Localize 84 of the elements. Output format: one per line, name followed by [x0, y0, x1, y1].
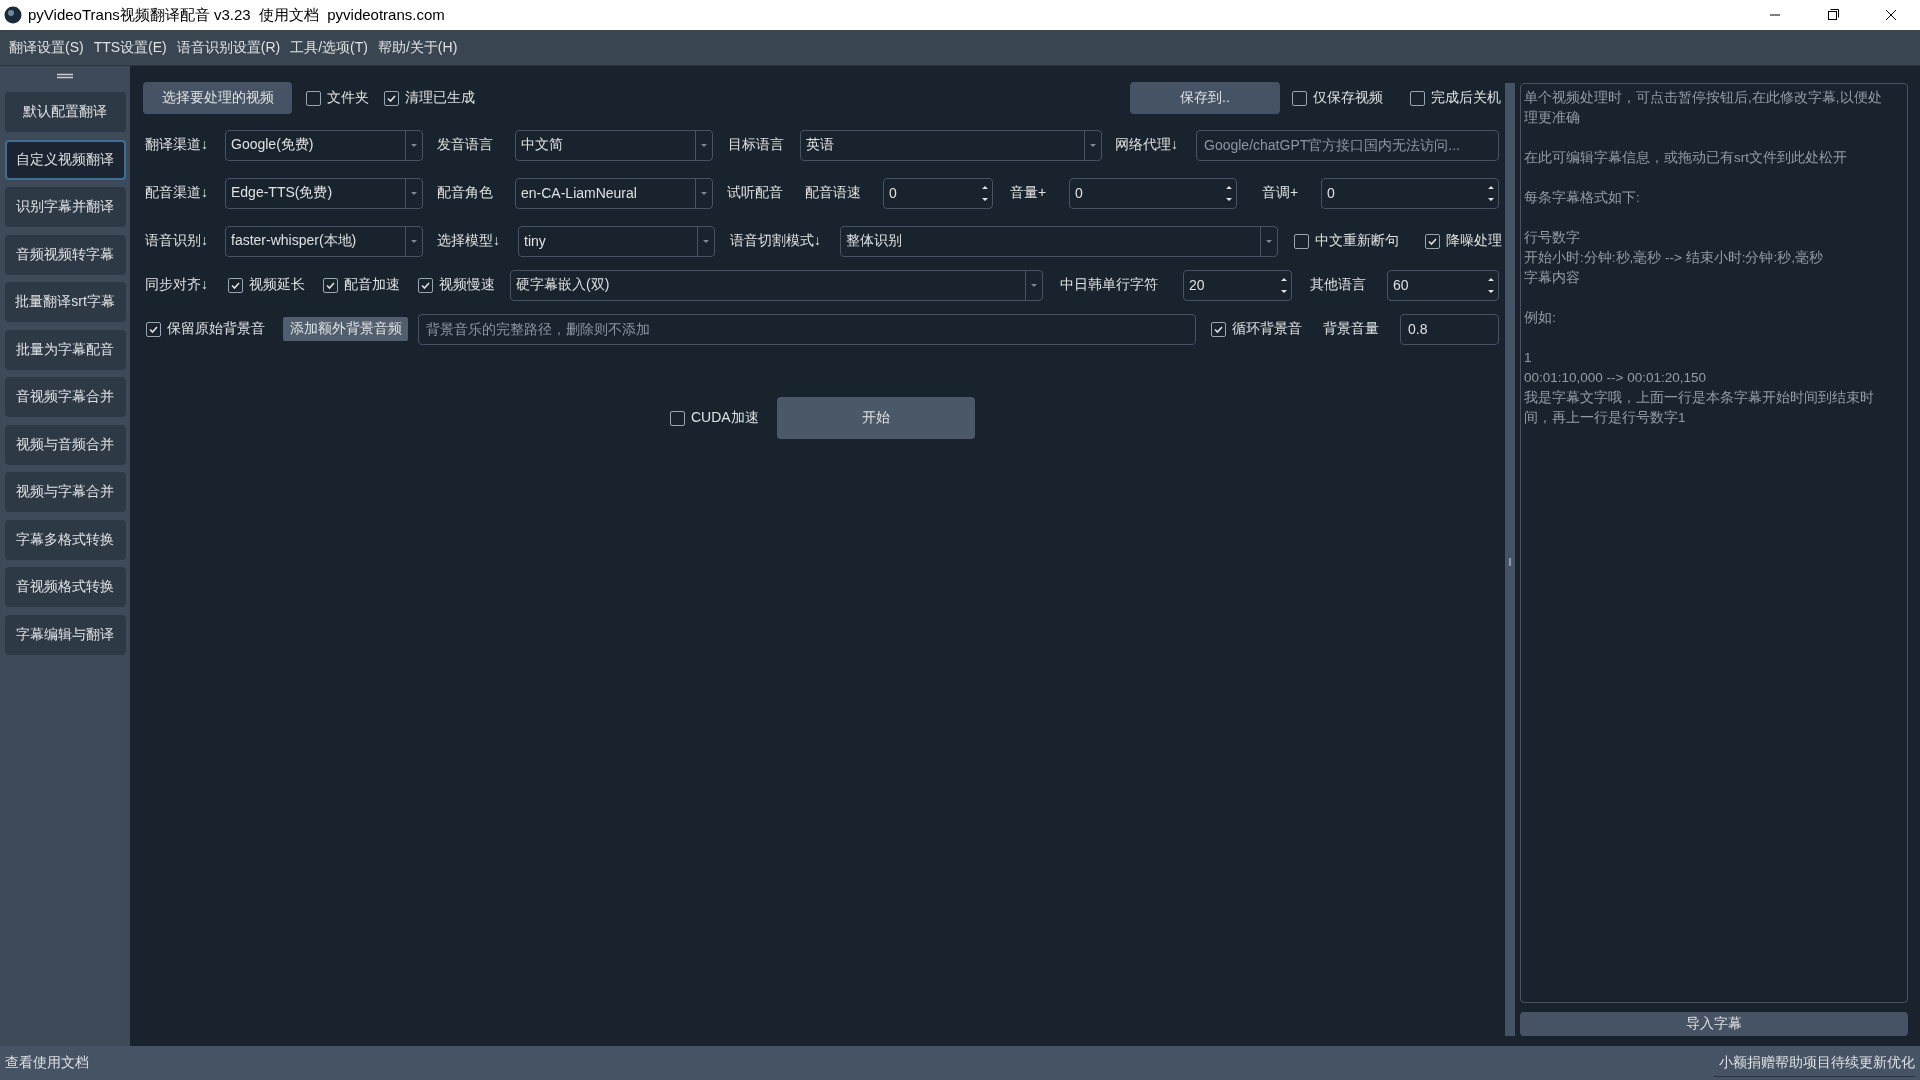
placeholder-text: 单个视频处理时，可点击暂停按钮后,在此修改字幕,以便处理更准确 — [1524, 89, 1883, 127]
action-button[interactable]: 选择要处理的视频 — [143, 82, 292, 114]
spin-box[interactable]: 60 — [1387, 269, 1499, 301]
field-label: 翻译渠道↓ — [145, 136, 209, 154]
action-button[interactable]: 添加额外背景音频 — [283, 317, 408, 341]
field-label: 背景音量 — [1323, 320, 1380, 338]
checkbox[interactable]: 仅保存视频 — [1292, 89, 1392, 107]
field-label: 语音识别↓ — [145, 232, 209, 250]
checkbox[interactable]: 视频延长 — [228, 276, 312, 294]
sidebar-item[interactable]: 识别字幕并翻译 — [4, 187, 126, 227]
field-label: 同步对齐↓ — [145, 276, 209, 294]
sidebar-item[interactable]: 视频与字幕合并 — [4, 472, 126, 512]
action-button[interactable]: 保存到.. — [1130, 82, 1280, 114]
field-label: 选择模型↓ — [437, 232, 501, 250]
field-label: 发音语言 — [437, 136, 494, 154]
text-field[interactable]: Google/chatGPT官方接口国内无法访问... — [1196, 129, 1499, 161]
checkbox[interactable]: 配音加速 — [323, 276, 407, 294]
window-title: pyVideoTrans视频翻译配音 v3.23 使用文档 pyvideotrans.com — [28, 5, 446, 25]
spin-box[interactable]: 20 — [1183, 269, 1292, 301]
field-label: 语音切割模式↓ — [730, 232, 822, 250]
text-field[interactable]: 背景音乐的完整路径，删除则不添加 — [418, 313, 1196, 345]
placeholder-text: 我是字幕文字哦，上面一行是本条字幕开始时间到结束时间，再上一行是行号数字1 — [1524, 389, 1875, 427]
checkbox[interactable]: 清理已生成 — [384, 89, 484, 107]
placeholder-text: 开始小时:分钟:秒,毫秒 --> 结束小时:分钟:秒,毫秒 — [1524, 249, 1824, 267]
sidebar-item[interactable]: 字幕编辑与翻译 — [4, 614, 126, 655]
checkbox[interactable]: 保留原始背景音 — [146, 320, 274, 338]
placeholder-text: 00:01:10,000 --> 00:01:20,150 — [1524, 369, 1708, 387]
spin-box[interactable]: 0 — [1321, 177, 1499, 209]
field-label: 中日韩单行字符 — [1060, 276, 1159, 294]
menu-item[interactable]: 翻译设置(S) — [4, 38, 89, 57]
menu-item[interactable]: 帮助/关于(H) — [373, 38, 463, 57]
menu-item[interactable]: 工具/选项(T) — [285, 38, 373, 57]
placeholder-text: 1 — [1524, 349, 1533, 367]
checkbox[interactable]: 视频慢速 — [418, 276, 502, 294]
dropdown[interactable]: Google(免费) — [225, 129, 423, 161]
placeholder-text: 在此可编辑字幕信息，或拖动已有srt文件到此处松开 — [1524, 149, 1848, 167]
dropdown[interactable]: en-CA-LiamNeural — [515, 177, 713, 209]
field-label: 配音语速 — [805, 184, 862, 202]
dropdown[interactable]: faster-whisper(本地) — [225, 225, 423, 257]
checkbox[interactable]: 中文重新断句 — [1294, 232, 1406, 250]
dropdown[interactable]: 硬字幕嵌入(双) — [510, 269, 1043, 301]
sidebar-item[interactable]: 批量翻译srt字幕 — [4, 282, 126, 322]
field-label: 配音角色 — [437, 184, 494, 202]
sidebar-item[interactable]: 音视频格式转换 — [4, 567, 126, 607]
sidebar-item[interactable]: 音频视频转字幕 — [4, 234, 126, 275]
sidebar-item[interactable]: 自定义视频翻译 — [4, 139, 126, 180]
dropdown[interactable]: Edge-TTS(免费) — [225, 177, 423, 209]
spin-box[interactable]: 0 — [1069, 177, 1237, 209]
sidebar-item[interactable]: 默认配置翻译 — [4, 92, 126, 132]
field-label: 配音渠道↓ — [145, 184, 209, 202]
checkbox[interactable]: 完成后关机 — [1410, 89, 1502, 107]
checkbox[interactable]: 文件夹 — [306, 89, 376, 107]
placeholder-text: 每条字幕格式如下: — [1524, 189, 1641, 207]
dropdown[interactable]: 中文简 — [515, 129, 713, 161]
placeholder-text: 字幕内容 — [1524, 269, 1581, 287]
handle-icon[interactable] — [55, 72, 75, 80]
menu-item[interactable]: TTS设置(E) — [88, 38, 172, 57]
field-label: 音量+ — [1010, 184, 1048, 202]
placeholder-text: 例如: — [1524, 309, 1557, 327]
menu-item[interactable]: 语音识别设置(R) — [171, 38, 286, 57]
field-label: 网络代理↓ — [1115, 136, 1179, 154]
sidebar-item[interactable]: 视频与音频合并 — [4, 424, 126, 465]
field-label: 音调+ — [1262, 184, 1300, 202]
field-label: 其他语言 — [1310, 276, 1367, 294]
checkbox[interactable]: 循环背景音 — [1211, 320, 1311, 338]
dropdown[interactable]: 整体识别 — [840, 225, 1278, 257]
subtitle-editor[interactable]: 单个视频处理时，可点击暂停按钮后,在此修改字幕,以便处理更准确 在此可编辑字幕信息，或拖动已有srt文件到此处松开 每条字幕格式如下: 行号数字 开始小时:分钟:秒,毫秒 --> 结束小时:分钟:秒,毫秒 字幕内容 例如: 1 00:01:10,000 --> 00:01:20,150 我是字幕文字哦，上面一行是本条字幕开始时间到结束时间，再上一行是行号数字1 — [1520, 83, 1908, 1003]
text-field[interactable]: 0.8 — [1400, 313, 1499, 345]
sidebar-item[interactable]: 字幕多格式转换 — [4, 519, 126, 560]
app-icon — [4, 6, 22, 24]
sidebar-item[interactable]: 音视频字幕合并 — [4, 377, 126, 417]
checkbox[interactable]: CUDA加速 — [670, 409, 766, 427]
checkbox[interactable]: 降噪处理 — [1425, 232, 1502, 250]
donate-link[interactable]: 小额捐赠帮助项目待续更新优化 — [1714, 1049, 1915, 1077]
field-label: 目标语言 — [728, 136, 785, 154]
dropdown[interactable]: tiny — [518, 225, 715, 257]
placeholder-text: 行号数字 — [1524, 229, 1581, 247]
action-button[interactable]: 开始 — [777, 397, 975, 439]
docs-link[interactable]: 查看使用文档 — [5, 1054, 89, 1072]
field-label: 试听配音 — [727, 184, 784, 202]
sidebar-item[interactable]: 批量为字幕配音 — [4, 329, 126, 370]
import-subtitle-button[interactable]: 导入字幕 — [1520, 1012, 1908, 1036]
dropdown[interactable]: 英语 — [800, 129, 1102, 161]
spin-box[interactable]: 0 — [883, 177, 993, 209]
